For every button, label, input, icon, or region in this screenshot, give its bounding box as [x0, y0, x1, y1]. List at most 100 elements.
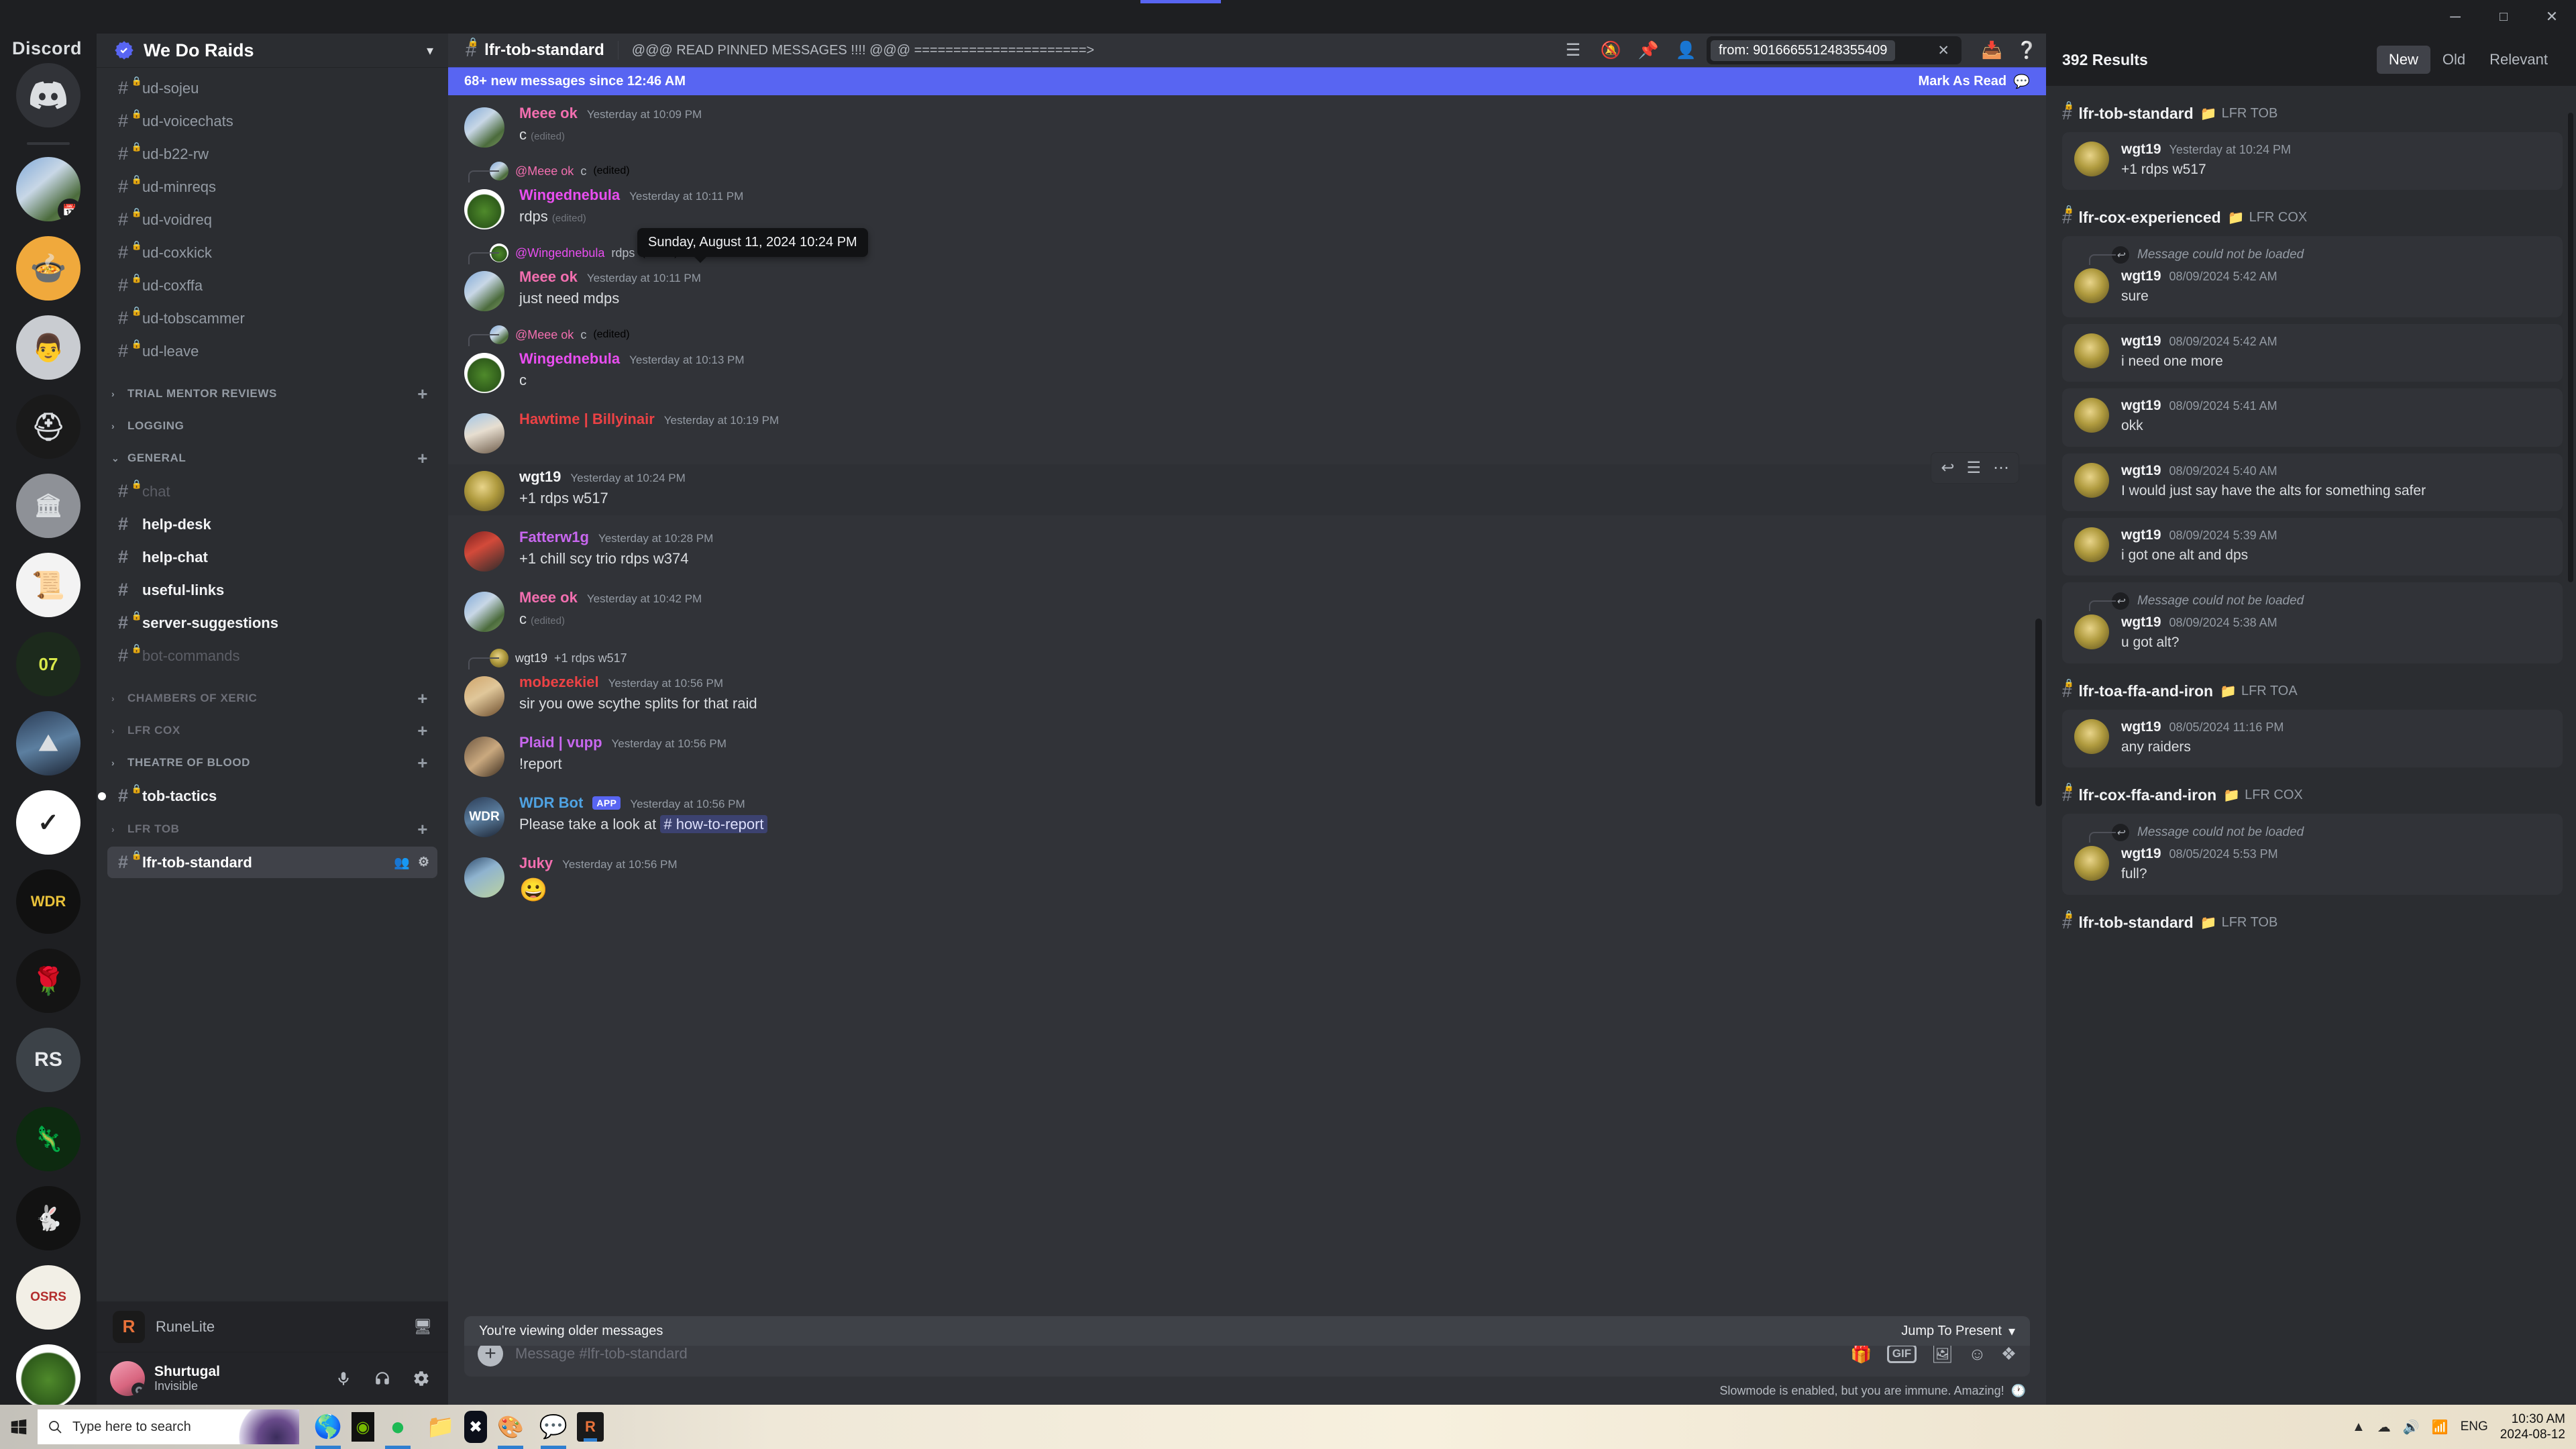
server-icon-1[interactable]: 📅	[16, 157, 80, 221]
tab-new[interactable]: New	[2376, 46, 2430, 74]
channel-bot-commands[interactable]: # 🔒 bot-commands	[107, 640, 437, 672]
reply-author[interactable]: @Meee ok	[515, 328, 574, 342]
message-row[interactable]: mobezekiel Yesterday at 10:56 PM sir you…	[448, 669, 2046, 720]
thread-icon[interactable]: ☰	[1966, 458, 1981, 478]
user-meta[interactable]: Shurtugal Invisible	[154, 1364, 319, 1394]
category-general[interactable]: ⌄ GENERAL +	[97, 442, 448, 474]
server-icon-3[interactable]: 👨	[16, 315, 80, 380]
message-row[interactable]: Hawtime | Billyinair Yesterday at 10:19 …	[448, 407, 2046, 458]
message-author[interactable]: Wingednebula	[519, 186, 620, 204]
server-icon-12[interactable]: RS	[16, 1028, 80, 1092]
search-result-card[interactable]: ↩ Message could not be loaded wgt19 08/0…	[2062, 236, 2563, 317]
message-row-hovered[interactable]: wgt19 Yesterday at 10:24 PM +1 rdps w517…	[448, 452, 2046, 515]
inbox-icon[interactable]: 📥	[1981, 40, 2002, 60]
minimize-button[interactable]: ─	[2431, 0, 2479, 34]
server-icon-4[interactable]: ⛑	[16, 394, 80, 459]
avatar[interactable]	[464, 353, 504, 393]
server-icon-15[interactable]: OSRS	[16, 1265, 80, 1330]
channel-lfr-tob-standard[interactable]: # 🔒 lfr-tob-standard 👥 ⚙	[107, 847, 437, 878]
search-result-card[interactable]: wgt19 08/09/2024 5:42 AM i need one more	[2062, 323, 2563, 382]
home-button[interactable]	[16, 63, 80, 127]
jump-to-present-button[interactable]: Jump To Present ▾	[1901, 1323, 2015, 1340]
channel-mention-link[interactable]: # how-to-report	[660, 815, 767, 833]
search-result-card[interactable]: wgt19 08/09/2024 5:40 AM I would just sa…	[2062, 453, 2563, 511]
members-icon[interactable]: 👥	[394, 855, 410, 871]
channel-ud-b22-rw[interactable]: # 🔒 ud-b22-rw	[107, 138, 437, 170]
message-row[interactable]: Meee ok Yesterday at 10:09 PM c (edited)	[448, 95, 2046, 152]
search-result-card[interactable]: wgt19 08/05/2024 11:16 PM any raiders	[2062, 709, 2563, 768]
reply-author[interactable]: wgt19	[515, 651, 547, 665]
search-input[interactable]: from: 901666551248355409 ✕	[1707, 36, 1962, 64]
add-channel-icon[interactable]: +	[417, 722, 428, 739]
windows-start-icon[interactable]	[0, 1405, 38, 1449]
category-lfr-tob[interactable]: › LFR TOB +	[97, 813, 448, 845]
message-row[interactable]: Fatterw1g Yesterday at 10:28 PM +1 chill…	[448, 525, 2046, 576]
file-explorer-icon[interactable]: 📁	[421, 1405, 460, 1449]
message-author[interactable]: Fatterw1g	[519, 529, 589, 546]
gear-icon[interactable]	[407, 1364, 436, 1393]
channel-ud-coxffa[interactable]: # 🔒 ud-coxffa	[107, 270, 437, 301]
now-playing-bar[interactable]: R RuneLite 🖥	[97, 1301, 448, 1352]
channel-ud-leave[interactable]: # 🔒 ud-leave	[107, 335, 437, 367]
server-icon-10[interactable]: WDR	[16, 869, 80, 934]
channel-chat[interactable]: # 🔒 chat	[107, 476, 437, 507]
message-author[interactable]: Hawtime | Billyinair	[519, 411, 655, 428]
taskbar-clock[interactable]: 10:30 AM 2024-08-12	[2500, 1411, 2565, 1442]
message-row[interactable]: Wingednebula Yesterday at 10:13 PM c	[448, 346, 2046, 397]
sticker-icon[interactable]: 🖼	[1931, 1344, 1953, 1364]
search-results-list[interactable]: # 🔒 lfr-tob-standard 📁 LFR TOB wgt19 Yeste…	[2046, 86, 2576, 1405]
chrome-icon[interactable]: 🌎	[309, 1405, 347, 1449]
close-icon[interactable]: ✕	[1932, 42, 1955, 59]
message-author[interactable]: Wingednebula	[519, 350, 620, 368]
message-author[interactable]: wgt19	[519, 468, 561, 486]
reply-reference[interactable]: @Meee ok c (edited)	[448, 325, 2046, 346]
gif-icon[interactable]: GIF	[1886, 1344, 1917, 1363]
server-icon-5[interactable]: 🏛	[16, 474, 80, 538]
avatar[interactable]	[464, 531, 504, 572]
avatar[interactable]	[464, 413, 504, 453]
paint-icon[interactable]: 🎨	[491, 1405, 530, 1449]
volume-icon[interactable]: 🔊	[2403, 1419, 2420, 1436]
add-channel-icon[interactable]: +	[417, 754, 428, 771]
message-author[interactable]: mobezekiel	[519, 674, 599, 691]
category-chambers-of-xeric[interactable]: › CHAMBERS OF XERIC +	[97, 682, 448, 714]
add-channel-icon[interactable]: +	[417, 820, 428, 838]
avatar[interactable]	[464, 471, 504, 511]
server-icon-6[interactable]: 📜	[16, 553, 80, 617]
message-author[interactable]: Plaid | vupp	[519, 734, 602, 751]
members-icon[interactable]: 👤	[1675, 40, 1696, 60]
server-header[interactable]: We Do Raids ▾	[97, 34, 448, 67]
server-icon-9[interactable]: ✓	[16, 790, 80, 855]
result-channel-header[interactable]: # 🔒 lfr-toa-ffa-and-iron 📁 LFR TOA	[2062, 678, 2563, 702]
gear-icon[interactable]: ⚙	[418, 855, 429, 871]
emoji-icon[interactable]: ☺	[1968, 1344, 1986, 1364]
message-list[interactable]: Meee ok Yesterday at 10:09 PM c (edited)…	[448, 95, 2046, 1331]
category-lfr-cox[interactable]: › LFR COX +	[97, 714, 448, 747]
search-result-card[interactable]: ↩ Message could not be loaded wgt19 08/0…	[2062, 814, 2563, 895]
message-row[interactable]: Meee ok Yesterday at 10:11 PM just need …	[448, 264, 2046, 315]
reply-reference[interactable]: @Meee ok c (edited)	[448, 161, 2046, 182]
avatar[interactable]	[464, 107, 504, 148]
channel-ud-minreqs[interactable]: # 🔒 ud-minreqs	[107, 171, 437, 203]
avatar[interactable]: WDR	[464, 797, 504, 837]
search-result-card[interactable]: wgt19 08/09/2024 5:39 AM i got one alt a…	[2062, 517, 2563, 576]
headphones-icon[interactable]	[368, 1364, 397, 1393]
runelite-icon[interactable]: R	[577, 1412, 604, 1442]
jump-to-present-bar[interactable]: You're viewing older messages Jump To Pr…	[464, 1316, 2030, 1346]
channel-ud-sojeu[interactable]: # 🔒 ud-sojeu	[107, 72, 437, 104]
channel-useful-links[interactable]: # useful-links	[107, 574, 437, 606]
channel-ud-voidreq[interactable]: # 🔒 ud-voidreq	[107, 204, 437, 235]
result-channel-header[interactable]: # 🔒 lfr-tob-standard 📁 LFR TOB	[2062, 101, 2563, 124]
avatar[interactable]	[464, 189, 504, 229]
add-channel-icon[interactable]: +	[417, 690, 428, 707]
category-logging[interactable]: › LOGGING	[97, 410, 448, 442]
channel-ud-voicechats[interactable]: # 🔒 ud-voicechats	[107, 105, 437, 137]
reply-author[interactable]: @Meee ok	[515, 164, 574, 178]
reply-reference[interactable]: wgt19 +1 rdps w517	[448, 648, 2046, 669]
notification-bell-off-icon[interactable]: 🔕	[1600, 40, 1621, 60]
result-channel-header[interactable]: # 🔒 lfr-cox-ffa-and-iron 📁 LFR COX	[2062, 782, 2563, 806]
network-icon[interactable]: 📶	[2432, 1419, 2449, 1436]
result-channel-header[interactable]: # 🔒 lfr-tob-standard 📁 LFR TOB	[2062, 910, 2563, 933]
channel-topic[interactable]: @@@ READ PINNED MESSAGES !!!! @@@ ======…	[632, 43, 1554, 58]
search-result-card[interactable]: wgt19 Yesterday at 10:24 PM +1 rdps w517	[2062, 132, 2563, 191]
